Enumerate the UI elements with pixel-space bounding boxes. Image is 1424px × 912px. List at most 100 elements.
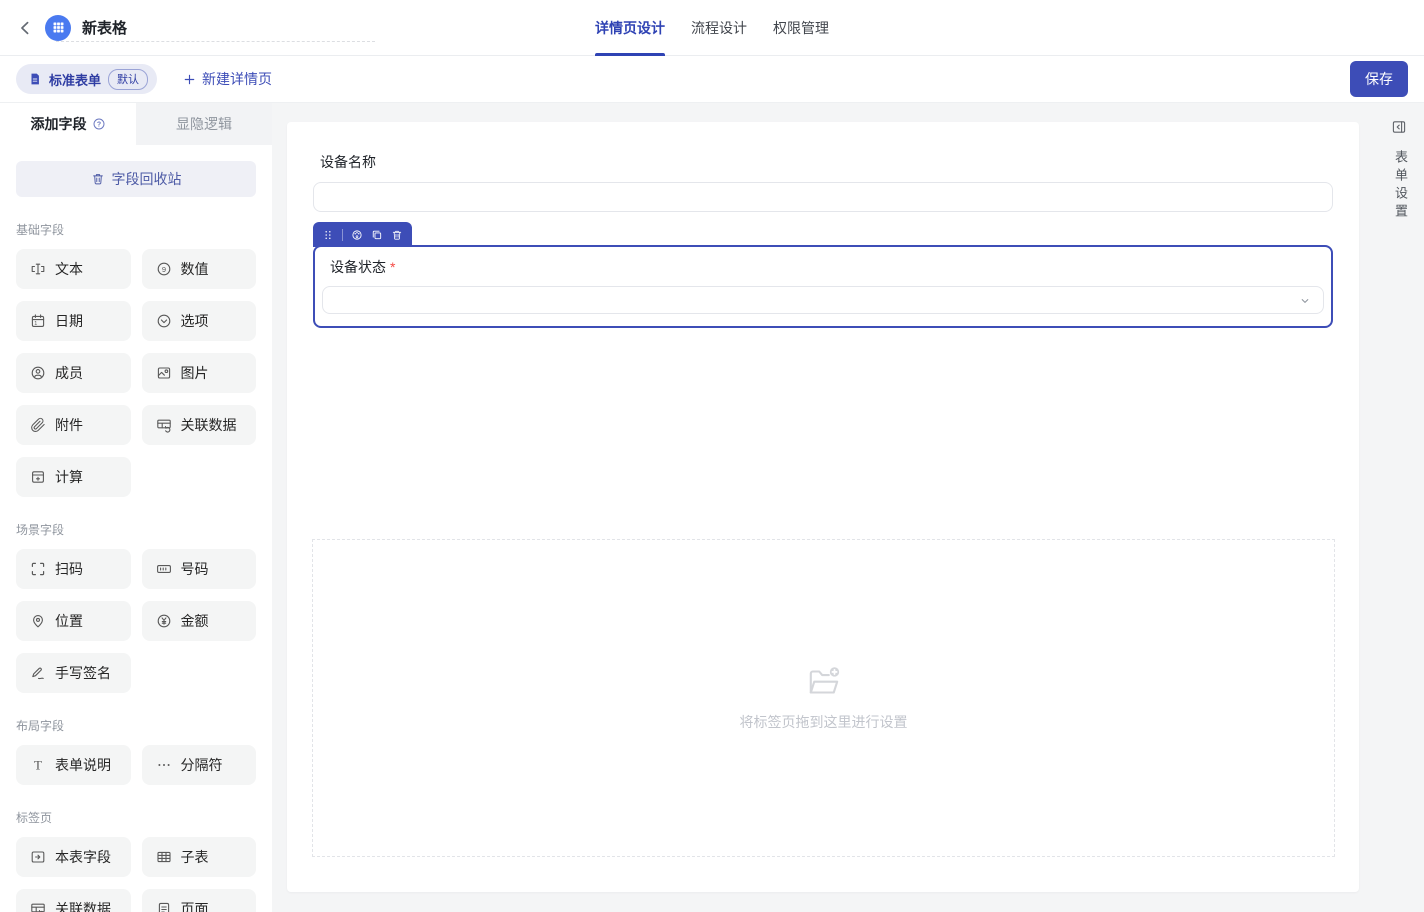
field-item-form-description[interactable]: 表单说明 <box>16 745 131 785</box>
section-title-tab-pages: 标签页 <box>16 809 256 826</box>
dropzone-hint: 将标签页拖到这里进行设置 <box>740 712 908 732</box>
title-edit-underline <box>56 41 375 42</box>
device-name-input[interactable] <box>313 182 1333 212</box>
calendar-icon <box>30 313 46 329</box>
section-title-layout-fields: 布局字段 <box>16 717 256 734</box>
location-pin-icon <box>30 613 46 629</box>
header-tabs: 详情页设计 流程设计 权限管理 <box>595 0 829 56</box>
field-item-image[interactable]: 图片 <box>142 353 257 393</box>
form-name: 标准表单 <box>49 70 101 89</box>
scan-icon <box>30 561 46 577</box>
number-icon <box>156 261 172 277</box>
field-item-related-data[interactable]: 关联数据 <box>142 405 257 445</box>
form-settings-rail: 表单设置 <box>1359 103 1424 912</box>
device-status-select[interactable] <box>322 286 1324 314</box>
new-detail-page-label: 新建详情页 <box>202 69 272 89</box>
tab-permission-management[interactable]: 权限管理 <box>773 0 829 56</box>
header-left: 新表格 <box>16 15 127 41</box>
section-title-scene-fields: 场景字段 <box>16 521 256 538</box>
save-button[interactable]: 保存 <box>1350 61 1408 97</box>
field-item-text[interactable]: 文本 <box>16 249 131 289</box>
duplicate-icon[interactable] <box>371 229 383 241</box>
field-item-page[interactable]: 页面 <box>142 889 257 912</box>
signature-icon <box>30 665 46 681</box>
field-item-current-table-fields[interactable]: 本表字段 <box>16 837 131 877</box>
subtable-icon <box>156 849 172 865</box>
related-data-icon <box>30 901 46 912</box>
field-item-option[interactable]: 选项 <box>142 301 257 341</box>
folder-plus-icon <box>803 664 845 700</box>
field-item-divider[interactable]: 分隔符 <box>142 745 257 785</box>
form-settings-label[interactable]: 表单设置 <box>1391 150 1410 222</box>
text-T-icon <box>30 757 46 773</box>
trash-icon <box>91 172 105 186</box>
tab-process-design[interactable]: 流程设计 <box>691 0 747 56</box>
field-action-toolbar <box>313 222 412 247</box>
app-header: 新表格 详情页设计 流程设计 权限管理 <box>0 0 1424 56</box>
field-item-formula[interactable]: 计算 <box>16 457 131 497</box>
field-item-phone-number[interactable]: 号码 <box>142 549 257 589</box>
tab-detail-page-design[interactable]: 详情页设计 <box>595 0 665 56</box>
ellipsis-icon <box>156 757 172 773</box>
app-title[interactable]: 新表格 <box>82 17 127 38</box>
canvas-field-device-status-selected[interactable]: 设备状态 * <box>313 245 1333 328</box>
tab-page-dropzone[interactable]: 将标签页拖到这里进行设置 <box>312 539 1335 857</box>
tab-visibility-logic[interactable]: 显隐逻辑 <box>136 103 272 145</box>
help-icon[interactable] <box>92 117 106 131</box>
toolbar-divider <box>342 229 343 241</box>
tab-add-field-label: 添加字段 <box>31 114 87 134</box>
field-item-attachment[interactable]: 附件 <box>16 405 131 445</box>
tab-add-field[interactable]: 添加字段 <box>0 103 136 145</box>
plus-icon <box>183 73 196 86</box>
canvas-area: 设备名称 设备状态 * <box>272 103 1359 912</box>
currency-icon <box>156 613 172 629</box>
calculator-icon <box>30 469 46 485</box>
form-selector-pill[interactable]: 标准表单 默认 <box>16 64 157 94</box>
body: 添加字段 显隐逻辑 字段回收站 基础字段 文本 数值 日期 选项 成员 图片 附… <box>0 103 1424 912</box>
field-item-scan-code[interactable]: 扫码 <box>16 549 131 589</box>
style-palette-icon[interactable] <box>351 229 363 241</box>
canvas-field-device-name[interactable]: 设备名称 <box>313 152 1333 212</box>
tab-pages-grid: 本表字段 子表 关联数据 页面 <box>16 837 256 912</box>
field-item-signature[interactable]: 手写签名 <box>16 653 131 693</box>
field-label: 设备名称 <box>320 152 1333 172</box>
back-icon[interactable] <box>16 19 34 37</box>
drag-handle-icon[interactable] <box>322 229 334 241</box>
field-item-number[interactable]: 数值 <box>142 249 257 289</box>
expand-panel-icon[interactable] <box>1391 119 1407 135</box>
paperclip-icon <box>30 417 46 433</box>
field-label-row: 设备状态 * <box>330 257 1324 277</box>
recycle-bin-label: 字段回收站 <box>112 169 182 189</box>
field-item-subtable[interactable]: 子表 <box>142 837 257 877</box>
required-asterisk: * <box>390 259 395 275</box>
default-badge: 默认 <box>108 69 148 90</box>
text-field-icon <box>30 261 46 277</box>
layout-fields-grid: 表单说明 分隔符 <box>16 745 256 785</box>
current-table-icon <box>30 849 46 865</box>
scene-fields-grid: 扫码 号码 位置 金额 手写签名 <box>16 549 256 693</box>
field-item-related-data-tab[interactable]: 关联数据 <box>16 889 131 912</box>
delete-field-icon[interactable] <box>391 229 403 241</box>
form-canvas: 设备名称 设备状态 * <box>287 122 1359 892</box>
field-label: 设备状态 <box>330 257 386 277</box>
table-grid-icon <box>51 20 66 35</box>
form-toolbar: 标准表单 默认 新建详情页 保存 <box>0 56 1424 103</box>
image-icon <box>156 365 172 381</box>
sidebar-content: 字段回收站 基础字段 文本 数值 日期 选项 成员 图片 附件 关联数据 计算 … <box>0 145 272 912</box>
field-item-date[interactable]: 日期 <box>16 301 131 341</box>
page-icon <box>156 901 172 912</box>
field-item-member[interactable]: 成员 <box>16 353 131 393</box>
chevron-down-icon <box>1298 294 1312 308</box>
member-icon <box>30 365 46 381</box>
option-icon <box>156 313 172 329</box>
section-title-basic-fields: 基础字段 <box>16 221 256 238</box>
app-logo <box>45 15 71 41</box>
field-item-amount[interactable]: 金额 <box>142 601 257 641</box>
field-sidebar: 添加字段 显隐逻辑 字段回收站 基础字段 文本 数值 日期 选项 成员 图片 附… <box>0 103 272 912</box>
basic-fields-grid: 文本 数值 日期 选项 成员 图片 附件 关联数据 计算 <box>16 249 256 497</box>
new-detail-page-button[interactable]: 新建详情页 <box>183 69 272 89</box>
field-recycle-bin-button[interactable]: 字段回收站 <box>16 161 256 197</box>
related-data-icon <box>156 417 172 433</box>
sidebar-tabs: 添加字段 显隐逻辑 <box>0 103 272 145</box>
field-item-location[interactable]: 位置 <box>16 601 131 641</box>
